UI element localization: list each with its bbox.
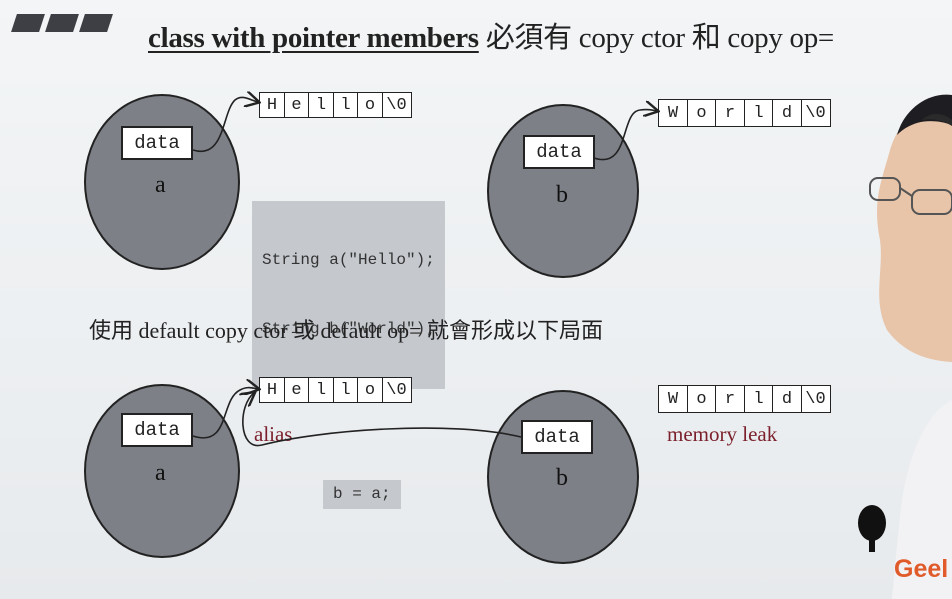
pointer-arrow-a-top (192, 97, 258, 153)
slide: class with pointer members 必須有 copy ctor… (0, 0, 952, 599)
pointer-arrow-b-top (593, 110, 657, 161)
brand-logo-text: Geel (894, 555, 949, 583)
pointer-arrow-b-bottom-alias (243, 393, 522, 447)
pointer-arrow-a-bottom (192, 388, 258, 439)
pointer-arrows (192, 0, 952, 447)
presenter-image (858, 94, 952, 599)
